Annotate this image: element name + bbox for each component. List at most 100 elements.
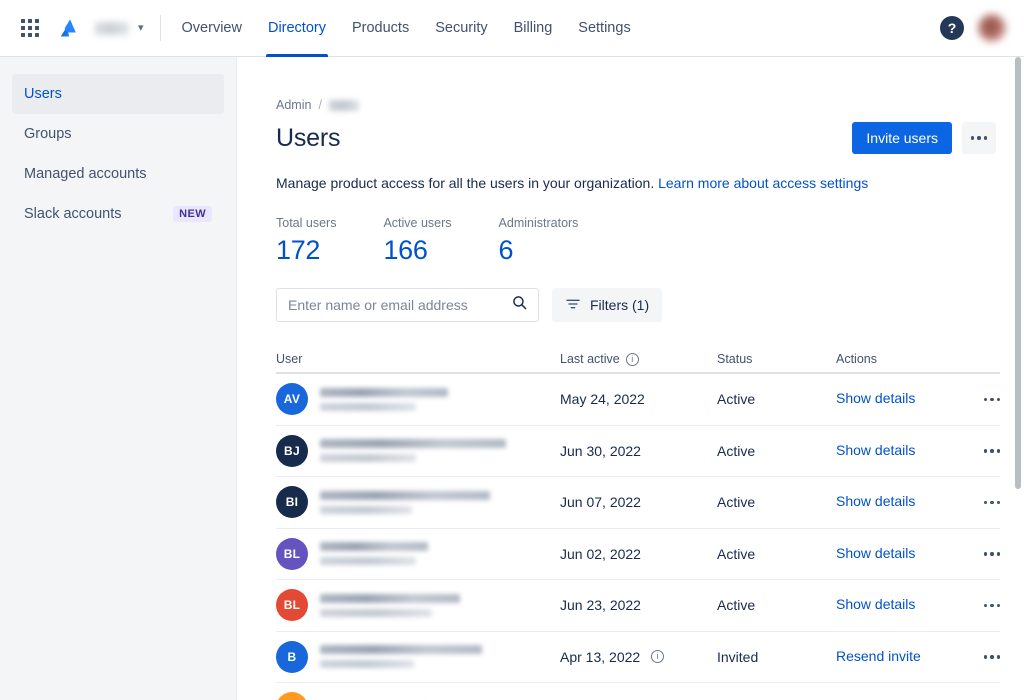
info-icon[interactable]: i bbox=[625, 352, 639, 366]
sidebar-item-users[interactable]: Users bbox=[12, 74, 224, 114]
table-row[interactable]: BJ Jun 30, 2022 Active Show details bbox=[276, 426, 1000, 477]
column-header-last-active-label: Last active bbox=[560, 352, 620, 366]
learn-more-link[interactable]: Learn more about access settings bbox=[658, 175, 868, 191]
sidebar-item-label: Groups bbox=[24, 126, 72, 142]
user-cell bbox=[276, 692, 560, 700]
organization-selector[interactable]: ▾ bbox=[95, 13, 144, 43]
cell-actions: Show details bbox=[836, 442, 960, 460]
user-identity-block bbox=[320, 593, 460, 617]
avatar[interactable]: BI bbox=[276, 486, 308, 519]
user-email-redacted bbox=[320, 660, 414, 669]
tab-security[interactable]: Security bbox=[422, 0, 500, 57]
main-content: Admin / Users Invite users Manage produc… bbox=[238, 57, 1024, 700]
cell-last-active: Jun 02, 2022 bbox=[560, 546, 717, 562]
table-row[interactable]: B Apr 13, 2022 i Invited Resend invite bbox=[276, 632, 1000, 683]
page-description-text: Manage product access for all the users … bbox=[276, 175, 655, 191]
user-name-redacted bbox=[320, 645, 482, 655]
search-input[interactable] bbox=[277, 289, 538, 321]
row-more-actions-button[interactable] bbox=[960, 449, 1000, 453]
user-name-redacted bbox=[320, 542, 428, 552]
app-switcher-button[interactable] bbox=[16, 14, 44, 42]
status-badge: Active bbox=[717, 494, 756, 511]
more-horizontal-icon bbox=[983, 655, 1000, 659]
column-header-last-active: Last active i bbox=[560, 352, 717, 366]
table-row[interactable]: BL Jun 02, 2022 Active Show details bbox=[276, 529, 1000, 580]
row-more-actions-button[interactable] bbox=[960, 500, 1000, 504]
sidebar-item-groups[interactable]: Groups bbox=[12, 114, 224, 154]
table-row[interactable] bbox=[276, 683, 1000, 700]
last-active-value: Jun 07, 2022 bbox=[560, 494, 641, 511]
search-field-wrapper[interactable] bbox=[276, 288, 539, 322]
stat-label: Active users bbox=[383, 216, 452, 230]
primary-nav-tabs: Overview Directory Products Security Bil… bbox=[169, 0, 644, 57]
sidebar-item-label: Users bbox=[24, 86, 62, 102]
page-scrollbar-thumb[interactable] bbox=[1015, 57, 1021, 489]
cell-last-active: Jun 07, 2022 bbox=[560, 494, 717, 510]
stat-administrators: Administrators 6 bbox=[499, 216, 579, 266]
show-details-link[interactable]: Show details bbox=[836, 390, 915, 406]
grid-apps-icon bbox=[21, 19, 39, 37]
row-more-actions-button[interactable] bbox=[960, 655, 1000, 659]
invite-users-button[interactable]: Invite users bbox=[852, 122, 952, 154]
user-avatar-icon[interactable] bbox=[978, 14, 1006, 42]
atlassian-logo-icon[interactable] bbox=[57, 15, 83, 41]
tab-settings[interactable]: Settings bbox=[565, 0, 643, 57]
avatar[interactable]: B bbox=[276, 640, 308, 673]
avatar[interactable] bbox=[276, 692, 308, 700]
table-row[interactable]: BI Jun 07, 2022 Active Show details bbox=[276, 477, 1000, 529]
column-header-user: User bbox=[276, 352, 303, 366]
avatar[interactable]: AV bbox=[276, 383, 308, 416]
filters-button[interactable]: Filters (1) bbox=[552, 288, 663, 322]
sidebar-item-label: Slack accounts bbox=[24, 206, 122, 222]
table-header-row: User Last active i Status Actions bbox=[276, 346, 1000, 374]
last-active-value: Jun 30, 2022 bbox=[560, 442, 641, 459]
user-cell: AV bbox=[276, 383, 560, 416]
show-details-link[interactable]: Show details bbox=[836, 493, 915, 509]
user-email-redacted bbox=[320, 557, 416, 566]
user-identity-block bbox=[320, 542, 428, 566]
user-cell: B bbox=[276, 640, 560, 673]
avatar[interactable]: BL bbox=[276, 589, 308, 622]
table-controls: Filters (1) bbox=[276, 288, 1024, 322]
breadcrumb-org-redacted[interactable] bbox=[328, 99, 359, 111]
show-details-link[interactable]: Show details bbox=[836, 545, 915, 561]
show-details-link[interactable]: Show details bbox=[836, 442, 915, 458]
tab-billing[interactable]: Billing bbox=[501, 0, 566, 57]
row-more-actions-button[interactable] bbox=[960, 603, 1000, 607]
cell-last-active: Jun 30, 2022 bbox=[560, 443, 717, 459]
more-horizontal-icon bbox=[970, 136, 988, 140]
cell-last-active: Jun 23, 2022 bbox=[560, 597, 717, 613]
user-identity-block bbox=[320, 490, 490, 514]
tab-directory[interactable]: Directory bbox=[255, 0, 339, 57]
new-badge: NEW bbox=[173, 206, 212, 222]
user-email-redacted bbox=[320, 402, 416, 411]
show-details-link[interactable]: Show details bbox=[836, 596, 915, 612]
tab-products[interactable]: Products bbox=[339, 0, 422, 57]
sidebar-item-managed-accounts[interactable]: Managed accounts bbox=[12, 154, 224, 194]
avatar[interactable]: BL bbox=[276, 537, 308, 570]
tab-overview[interactable]: Overview bbox=[169, 0, 255, 57]
table-row[interactable]: AV May 24, 2022 Active Show details bbox=[276, 374, 1000, 426]
row-more-actions-button[interactable] bbox=[960, 552, 1000, 556]
user-name-redacted bbox=[320, 593, 460, 603]
row-more-actions-button[interactable] bbox=[960, 397, 1000, 401]
user-cell: BL bbox=[276, 589, 560, 622]
stat-value: 6 bbox=[498, 235, 514, 265]
page-header-row: Users Invite users bbox=[276, 122, 1024, 154]
page-more-actions-button[interactable] bbox=[962, 122, 996, 154]
info-icon[interactable]: i bbox=[651, 650, 665, 664]
user-cell: BJ bbox=[276, 434, 560, 467]
resend-invite-link[interactable]: Resend invite bbox=[836, 648, 921, 664]
table-row[interactable]: BL Jun 23, 2022 Active Show details bbox=[276, 580, 1000, 632]
help-question-icon[interactable]: ? bbox=[940, 16, 964, 40]
stat-label: Administrators bbox=[498, 216, 579, 230]
column-header-actions: Actions bbox=[836, 352, 877, 366]
avatar[interactable]: BJ bbox=[276, 434, 308, 467]
user-email-redacted bbox=[320, 454, 416, 463]
stat-value: 166 bbox=[383, 235, 428, 265]
sidebar-item-slack-accounts[interactable]: Slack accounts NEW bbox=[12, 194, 224, 234]
breadcrumb-admin[interactable]: Admin bbox=[276, 98, 311, 112]
status-badge: Active bbox=[717, 597, 756, 614]
stat-label: Total users bbox=[276, 216, 337, 230]
user-name-redacted bbox=[320, 490, 490, 500]
